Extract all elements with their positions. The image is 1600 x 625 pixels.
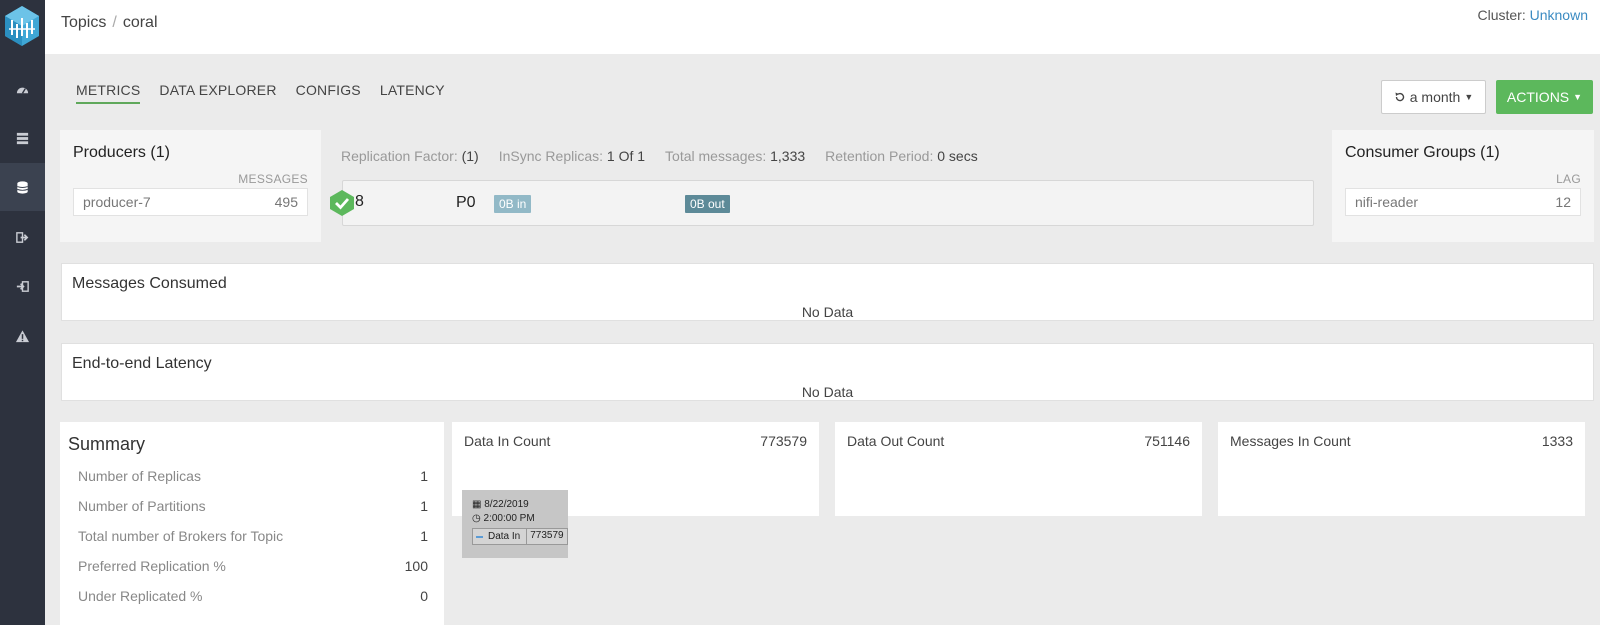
data-out-count-card[interactable]: Data Out Count 751146 [835, 422, 1202, 516]
partition-strip: Replication Factor: (1) InSync Replicas:… [321, 130, 1332, 242]
summary-row: Number of Partitions 1 [78, 498, 428, 514]
partition-id: P0 [456, 194, 476, 211]
breadcrumb-current: coral [122, 14, 158, 31]
tooltip-time: 2:00:00 PM [483, 513, 535, 524]
app-logo-icon[interactable] [3, 5, 41, 47]
summary-value: 1 [420, 468, 428, 484]
messages-consumed-empty: No Data [801, 304, 854, 320]
summary-panel: Summary Number of Replicas 1 Number of P… [60, 422, 444, 625]
messages-in-count-card[interactable]: Messages In Count 1333 [1218, 422, 1585, 516]
messages-consumed-title: Messages Consumed [72, 275, 227, 292]
bytes-out-badge: 0B out [685, 195, 730, 213]
consumer-group-row[interactable]: nifi-reader 12 [1345, 188, 1581, 216]
time-range-dropdown[interactable]: a month ▼ [1381, 80, 1486, 114]
producers-icon[interactable] [0, 213, 45, 261]
messages-column-label: MESSAGES [238, 172, 308, 186]
broker-id: 8 [355, 193, 364, 210]
summary-label: Under Replicated % [78, 588, 203, 604]
time-range-label: a month [1409, 89, 1461, 105]
top-header: Topics / coral Cluster: Unknown [45, 0, 1600, 54]
producer-messages: 495 [274, 194, 298, 210]
summary-row: Total number of Brokers for Topic 1 [78, 528, 428, 544]
summary-label: Preferred Replication % [78, 558, 226, 574]
data-in-count-value: 773579 [760, 433, 807, 449]
tab-data-explorer[interactable]: DATA EXPLORER [159, 82, 276, 104]
chart-tooltip: ▦ 8/22/2019 ◷ 2:00:00 PM Data In 773579 [462, 490, 568, 558]
bytes-in-badge: 0B in [494, 195, 532, 213]
brokers-icon[interactable] [0, 114, 45, 162]
messages-in-count-value: 1333 [1541, 433, 1573, 449]
summary-label: Number of Partitions [78, 498, 206, 514]
replication-factor-label: Replication Factor: [341, 148, 458, 164]
tooltip-series: Data In [488, 531, 521, 542]
tooltip-date-row: ▦ 8/22/2019 [472, 499, 529, 510]
alerts-icon[interactable] [0, 312, 45, 360]
producers-title: Producers (1) [73, 144, 170, 161]
tab-configs[interactable]: CONFIGS [296, 82, 361, 104]
breadcrumb-separator: / [112, 14, 117, 31]
actions-button[interactable]: ACTIONS ▼ [1496, 80, 1593, 114]
caret-down-icon: ▼ [1573, 92, 1583, 102]
history-icon [1395, 92, 1404, 102]
caret-down-icon: ▼ [1464, 92, 1474, 102]
summary-row: Preferred Replication % 100 [78, 558, 428, 574]
summary-value: 100 [404, 558, 428, 574]
retention-label: Retention Period: [825, 148, 934, 164]
topic-stats: Replication Factor: (1) InSync Replicas:… [341, 148, 978, 164]
breadcrumb-topics-link[interactable]: Topics [61, 14, 106, 31]
topic-tabs: METRICS DATA EXPLORER CONFIGS LATENCY [76, 82, 464, 104]
summary-value: 1 [420, 528, 428, 544]
summary-value: 1 [420, 498, 428, 514]
tooltip-time-row: ◷ 2:00:00 PM [472, 513, 535, 524]
retention-value: 0 secs [937, 148, 978, 164]
total-messages-label: Total messages: [665, 148, 767, 164]
replication-factor-value: (1) [461, 148, 479, 164]
sidebar [0, 0, 45, 625]
dashboard-icon[interactable] [0, 65, 45, 113]
messages-in-count-label: Messages In Count [1230, 433, 1351, 449]
consumer-groups-title: Consumer Groups (1) [1345, 144, 1500, 161]
topics-icon[interactable] [0, 163, 45, 211]
latency-title: End-to-end Latency [72, 355, 212, 372]
total-messages-value: 1,333 [770, 148, 806, 164]
summary-row: Number of Replicas 1 [78, 468, 428, 484]
partition-row[interactable]: 8 P0 0B in 0B out [330, 180, 1314, 226]
producers-panel: Producers (1) MESSAGES producer-7 495 [60, 130, 321, 242]
insync-label: InSync Replicas: [498, 148, 604, 164]
tab-latency[interactable]: LATENCY [380, 82, 445, 104]
lag-column-label: LAG [1556, 172, 1581, 186]
data-out-count-label: Data Out Count [847, 433, 945, 449]
tooltip-date: 8/22/2019 [484, 499, 529, 510]
data-out-count-value: 751146 [1144, 433, 1190, 449]
data-in-count-label: Data In Count [464, 433, 551, 449]
series-swatch-icon [476, 535, 483, 538]
consumers-icon[interactable] [0, 262, 45, 310]
leader-check-icon [330, 190, 354, 216]
summary-title: Summary [68, 434, 146, 454]
cluster-label: Cluster: [1477, 7, 1526, 23]
cluster-link[interactable]: Unknown [1530, 7, 1588, 23]
actions-label: ACTIONS [1506, 89, 1570, 105]
consumer-group-name: nifi-reader [1355, 194, 1419, 210]
summary-label: Total number of Brokers for Topic [78, 528, 284, 544]
latency-empty: No Data [801, 384, 854, 400]
clock-icon: ◷ [472, 513, 481, 524]
consumer-group-lag: 12 [1555, 194, 1571, 210]
summary-label: Number of Replicas [78, 468, 201, 484]
producer-row[interactable]: producer-7 495 [73, 188, 308, 216]
tooltip-legend: Data In 773579 [472, 528, 568, 545]
calendar-icon: ▦ [472, 499, 482, 510]
tab-metrics[interactable]: METRICS [76, 82, 141, 104]
consumer-groups-panel: Consumer Groups (1) LAG nifi-reader 12 [1332, 130, 1594, 242]
summary-value: 0 [420, 588, 428, 604]
breadcrumb: Topics / coral [61, 14, 158, 32]
messages-consumed-card: Messages Consumed No Data [61, 263, 1594, 321]
tooltip-value: 773579 [530, 530, 564, 541]
cluster-info: Cluster: Unknown [1478, 7, 1589, 23]
insync-value: 1 Of 1 [606, 148, 646, 164]
summary-row: Under Replicated % 0 [78, 588, 428, 604]
latency-card: End-to-end Latency No Data [61, 343, 1594, 401]
producer-name: producer-7 [83, 194, 151, 210]
